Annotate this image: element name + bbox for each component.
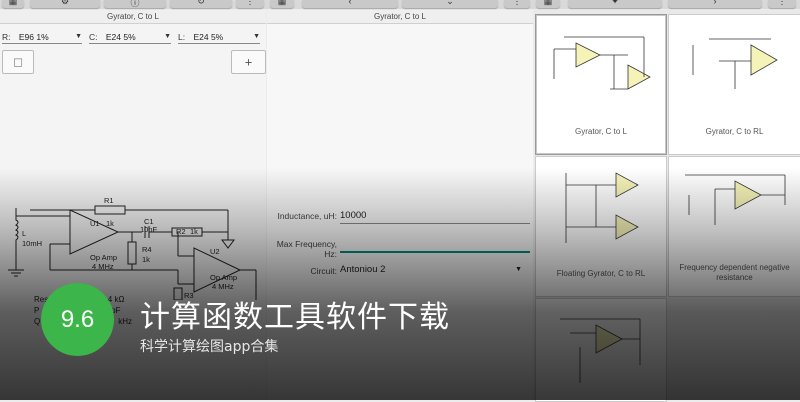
- circuit-gallery: Gyrator, C to L Gyrator, C to RL Floatin…: [534, 10, 800, 402]
- opamp-u1: [69, 209, 120, 255]
- sparkle-icon[interactable]: ✦: [568, 0, 662, 8]
- back-icon[interactable]: ‹: [302, 0, 398, 8]
- chevron-down-icon[interactable]: ⌄: [402, 0, 498, 8]
- more-icon[interactable]: ⋮: [236, 0, 264, 8]
- circuit-thumbnail: [560, 318, 641, 383]
- more-icon[interactable]: ⋮: [768, 0, 796, 8]
- top-toolbar: ▦ ⚙ ⓘ ↻ ⋮ ▦ ‹ ⌄ ⋮ ▦ ✦ › ⋮: [0, 0, 800, 9]
- square-icon: □: [14, 54, 22, 70]
- add-button[interactable]: +: [231, 50, 266, 74]
- inductor-symbol: [15, 212, 19, 250]
- grid-icon[interactable]: ▦: [270, 0, 294, 8]
- l-series-select[interactable]: L: E24 5% ▼: [178, 31, 260, 44]
- circuit-thumbnail: [565, 172, 639, 243]
- inductance-label: Inductance, uH:: [277, 211, 337, 221]
- circuit-label: Circuit:: [310, 266, 337, 276]
- panel-title: Gyrator, C to L: [267, 10, 533, 24]
- more-icon[interactable]: ⋮: [504, 0, 530, 8]
- info-icon[interactable]: ⓘ: [104, 0, 166, 8]
- gear-icon[interactable]: ⚙: [30, 0, 100, 8]
- dropdown-arrow-icon: ▼: [253, 33, 260, 40]
- inductance-input[interactable]: 10000: [340, 209, 530, 224]
- svg-text:U1: U1: [90, 219, 100, 228]
- svg-text:R1: R1: [104, 196, 114, 205]
- svg-text:U2: U2: [210, 247, 220, 256]
- score-badge: 9.6: [41, 283, 114, 356]
- svg-text:1k: 1k: [190, 227, 198, 236]
- grid-icon[interactable]: ▦: [536, 0, 560, 8]
- circuit-select[interactable]: Antoniou 2 ▼: [340, 263, 530, 277]
- gallery-card[interactable]: Floating Gyrator, C to RL: [535, 156, 667, 297]
- svg-text:R4: R4: [142, 245, 152, 254]
- circuit-schematic: L 10mH R1 1k U1 C1 10nF R2 1k U2 R4 1k R…: [8, 196, 257, 300]
- c-series-select[interactable]: C: E24 5% ▼: [89, 31, 171, 44]
- svg-text:4 MHz: 4 MHz: [92, 262, 114, 271]
- max-frequency-label: Max Frequency, Hz:: [276, 239, 337, 259]
- promo-subtitle: 科学计算绘图app合集: [140, 339, 279, 355]
- dropdown-arrow-icon: ▼: [164, 33, 171, 40]
- svg-text:1k: 1k: [142, 255, 150, 264]
- gallery-card[interactable]: Gyrator, C to L: [535, 14, 667, 155]
- gallery-card[interactable]: Frequency dependent negative resistance: [668, 156, 800, 297]
- max-frequency-input[interactable]: [340, 237, 530, 253]
- card-caption: Gyrator, C to L: [574, 127, 628, 136]
- card-caption: Floating Gyrator, C to RL: [556, 269, 646, 278]
- middle-panel: Gyrator, C to L Inductance, uH: 10000 Ma…: [267, 10, 533, 400]
- dropdown-arrow-icon: ▼: [515, 266, 522, 273]
- gallery-card[interactable]: Gyrator, C to RL: [668, 14, 800, 155]
- circuit-thumbnail: [685, 174, 786, 225]
- promo-title[interactable]: 计算函数工具软件下载: [140, 292, 450, 336]
- svg-text:Op Amp: Op Amp: [90, 253, 117, 262]
- svg-text:4 MHz: 4 MHz: [212, 282, 234, 291]
- card-caption: Frequency dependent negative resistance: [679, 263, 790, 282]
- svg-text:10nF: 10nF: [140, 225, 158, 234]
- svg-text:L: L: [22, 229, 26, 238]
- forward-icon[interactable]: ›: [668, 0, 762, 8]
- square-button[interactable]: □: [2, 50, 34, 74]
- grid-icon[interactable]: ▦: [2, 0, 24, 8]
- circuit-thumbnail: [692, 38, 778, 89]
- r-series-select[interactable]: R: E96 1% ▼: [2, 31, 82, 44]
- plus-icon: +: [244, 54, 253, 70]
- dropdown-arrow-icon: ▼: [75, 33, 82, 40]
- svg-text:10mH: 10mH: [22, 239, 42, 248]
- panel-title: Gyrator, C to L: [0, 10, 266, 24]
- card-caption: Gyrator, C to RL: [705, 127, 764, 136]
- svg-text:R2: R2: [176, 227, 186, 236]
- svg-text:1k: 1k: [106, 219, 114, 228]
- refresh-icon[interactable]: ↻: [170, 0, 232, 8]
- gallery-card[interactable]: [535, 298, 667, 402]
- svg-text:Op Amp: Op Amp: [210, 273, 237, 282]
- circuit-thumbnail: [553, 36, 651, 90]
